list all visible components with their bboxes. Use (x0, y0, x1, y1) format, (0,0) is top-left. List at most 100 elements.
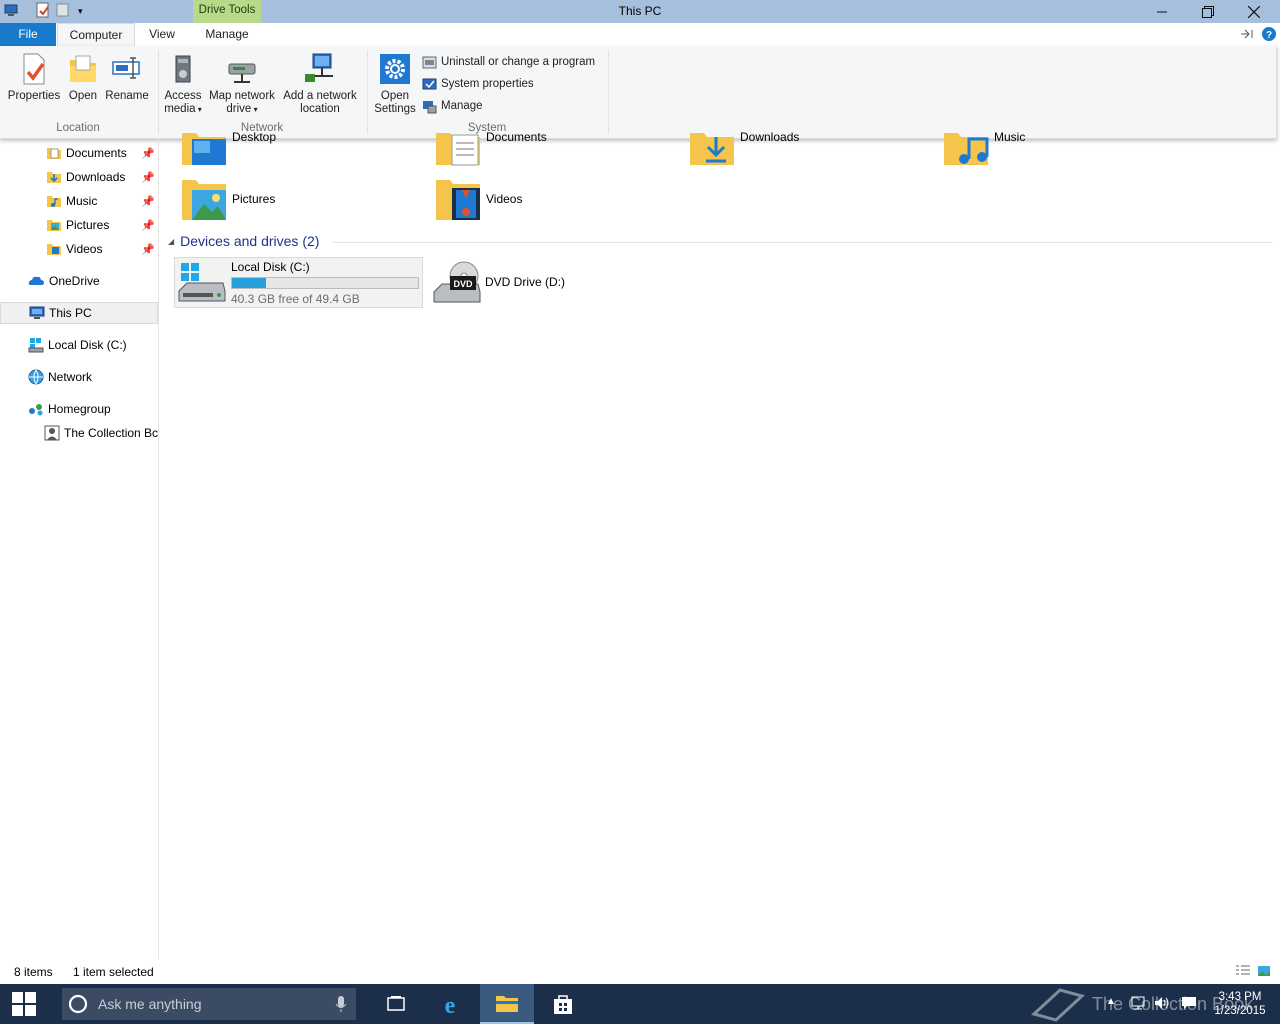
location-group-label: Location (56, 122, 100, 134)
pin-icon[interactable]: 📌 (141, 195, 155, 208)
nav-item-music[interactable]: Music 📌 (0, 190, 158, 212)
system-properties-icon (422, 78, 437, 89)
add-network-location-button[interactable]: Add a network location (280, 52, 360, 116)
dvd-badge: DVD (453, 279, 473, 289)
taskbar: Ask me anything e The Collection Book ▲ … (0, 984, 1280, 1024)
internet-explorer-icon: e (445, 993, 456, 1017)
pin-icon[interactable]: 📌 (141, 219, 155, 232)
homegroup-icon (29, 404, 43, 416)
tab-file[interactable]: File (0, 23, 56, 46)
properties-button[interactable]: Properties (4, 52, 64, 103)
collapse-chevron-icon[interactable]: ◢ (168, 237, 174, 246)
book-watermark-icon (1030, 988, 1086, 1022)
task-view-button[interactable] (369, 984, 423, 1024)
item-count: 8 items (14, 965, 53, 979)
devices-and-drives-header[interactable]: ◢ Devices and drives (2) (168, 233, 319, 249)
add-network-location-icon (305, 53, 333, 82)
folder-downloads[interactable]: Downloads (688, 129, 799, 167)
start-button[interactable] (0, 984, 48, 1024)
downloads-folder-icon (690, 133, 734, 165)
clock-time: 3:43 PM (1218, 991, 1262, 1003)
folder-desktop[interactable]: Desktop (180, 129, 276, 167)
map-network-drive-icon (228, 63, 256, 83)
title-bar: ▾ Drive Tools This PC (0, 0, 1280, 23)
drive-c-capacity-fill (232, 278, 267, 288)
minimize-button[interactable] (1139, 0, 1185, 23)
new-folder-quick-icon[interactable] (56, 2, 70, 21)
close-icon (1248, 5, 1260, 18)
file-explorer-button[interactable] (480, 984, 534, 1024)
cortana-circle-icon (68, 994, 88, 1014)
svg-text:e: e (445, 993, 456, 1017)
drive-c-free-space: 40.3 GB free of 49.4 GB (231, 292, 360, 306)
folder-music[interactable]: Music (942, 129, 1025, 167)
action-center-icon[interactable] (1181, 995, 1197, 1014)
large-icons-view-icon[interactable] (1257, 964, 1271, 981)
details-view-icon[interactable] (1235, 964, 1251, 981)
tab-view[interactable]: View (140, 23, 184, 46)
map-network-drive-button[interactable]: Map network drive ▾ (206, 52, 278, 116)
close-button[interactable] (1231, 0, 1277, 23)
rename-button[interactable]: Rename (104, 52, 150, 103)
folder-pictures[interactable]: Pictures (180, 176, 275, 222)
network-tray-icon[interactable] (1130, 995, 1146, 1014)
manage-button[interactable]: Manage (422, 96, 483, 116)
pin-icon[interactable]: 📌 (141, 243, 155, 256)
settings-gear-icon (380, 54, 410, 84)
minimize-ribbon-icon[interactable] (1239, 28, 1255, 43)
nav-item-downloads[interactable]: Downloads 📌 (0, 166, 158, 188)
nav-item-homegroup-user[interactable]: The Collection Bc (0, 422, 158, 444)
documents-folder-icon (47, 148, 61, 159)
videos-folder-icon (436, 180, 480, 220)
drive-dvd-d[interactable]: DVD DVD Drive (D:) (430, 257, 630, 308)
clock[interactable]: 3:43 PM 1/23/2015 (1205, 990, 1275, 1018)
network-globe-icon (28, 369, 44, 385)
status-bar: 8 items 1 item selected (0, 959, 1280, 984)
access-media-button[interactable]: Access media ▾ (160, 52, 206, 116)
this-pc-icon (29, 306, 45, 319)
nav-item-pictures[interactable]: Pictures 📌 (0, 214, 158, 236)
ribbon-panel: Properties Open Rename Location Access m… (0, 46, 1277, 139)
microphone-icon (335, 996, 347, 1012)
tab-manage[interactable]: Manage (193, 23, 261, 46)
properties-icon (23, 53, 45, 85)
open-folder-icon (70, 55, 96, 82)
nav-item-homegroup[interactable]: Homegroup (0, 398, 158, 420)
computer-icon[interactable] (4, 3, 18, 20)
nav-item-documents[interactable]: Documents 📌 (0, 142, 158, 164)
customize-qat-dropdown-icon[interactable]: ▾ (78, 6, 83, 17)
nav-item-local-disk[interactable]: Local Disk (C:) (0, 334, 158, 356)
properties-quick-icon[interactable] (36, 2, 50, 21)
navigation-pane: Documents 📌 Downloads 📌 Music 📌 Pictures… (0, 139, 159, 959)
quick-access-toolbar: ▾ (0, 0, 83, 23)
volume-tray-icon[interactable] (1153, 995, 1171, 1014)
onedrive-cloud-icon (28, 276, 44, 285)
dropdown-arrow-icon: ▾ (195, 105, 202, 114)
open-button[interactable]: Open (64, 52, 102, 103)
drive-local-disk-c[interactable]: Local Disk (C:) 40.3 GB free of 49.4 GB (174, 257, 423, 308)
internet-explorer-button[interactable]: e (423, 984, 477, 1024)
nav-item-onedrive[interactable]: OneDrive (0, 270, 158, 292)
folder-documents[interactable]: Documents (434, 129, 547, 167)
cortana-search-box[interactable]: Ask me anything (62, 988, 356, 1020)
uninstall-program-button[interactable]: Uninstall or change a program (422, 52, 595, 72)
search-placeholder: Ask me anything (98, 996, 202, 1012)
nav-item-network[interactable]: Network (0, 366, 158, 388)
show-hidden-icons-chevron-icon[interactable]: ▲ (1106, 996, 1116, 1007)
tab-computer[interactable]: Computer (57, 23, 135, 46)
drive-c-capacity-bar (231, 277, 419, 289)
pin-icon[interactable]: 📌 (141, 147, 155, 160)
help-icon[interactable]: ? (1262, 27, 1276, 44)
restore-button[interactable] (1185, 0, 1231, 23)
open-settings-button[interactable]: Open Settings (372, 52, 418, 116)
store-button[interactable] (536, 984, 590, 1024)
selection-count: 1 item selected (73, 965, 154, 979)
nav-item-videos[interactable]: Videos 📌 (0, 238, 158, 260)
folder-videos[interactable]: Videos (434, 176, 522, 222)
drive-d-name: DVD Drive (D:) (485, 275, 565, 289)
local-disk-drive-icon (178, 263, 226, 302)
system-properties-button[interactable]: System properties (422, 74, 534, 94)
drive-tools-context-label: Drive Tools (193, 0, 261, 23)
nav-item-this-pc[interactable]: This PC (0, 302, 158, 324)
pin-icon[interactable]: 📌 (141, 171, 155, 184)
